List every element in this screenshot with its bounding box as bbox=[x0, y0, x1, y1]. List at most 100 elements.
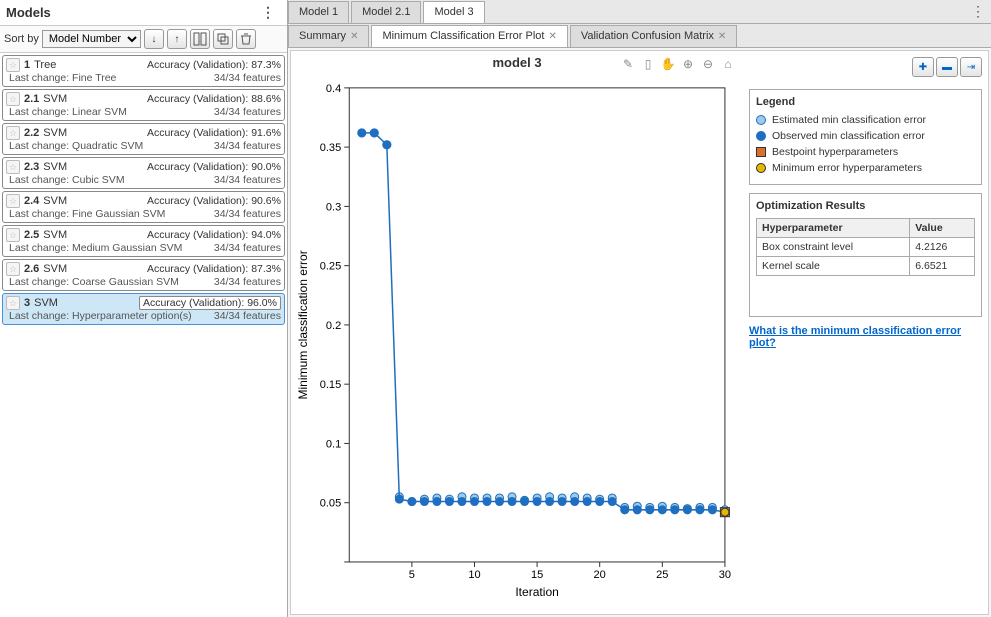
model-change: Last change: Coarse Gaussian SVM bbox=[9, 276, 179, 288]
close-icon[interactable]: ✕ bbox=[548, 31, 556, 42]
model-accuracy: Accuracy (Validation): 90.0% bbox=[147, 161, 281, 173]
model-type: SVM bbox=[43, 229, 143, 241]
result-key: Box constraint level bbox=[757, 238, 910, 257]
svg-text:25: 25 bbox=[656, 569, 668, 581]
legend-label: Observed min classification error bbox=[772, 130, 925, 142]
model-item[interactable]: ☆2.3 SVMAccuracy (Validation): 90.0%Last… bbox=[2, 157, 285, 189]
svg-text:0.25: 0.25 bbox=[320, 261, 341, 273]
copy-icon[interactable] bbox=[213, 29, 233, 49]
model-item[interactable]: ☆ 1 Tree Accuracy (Validation): 87.3% Last … bbox=[2, 55, 285, 87]
undock-icon[interactable]: ⇥ bbox=[960, 57, 982, 77]
svg-text:0.2: 0.2 bbox=[326, 320, 341, 332]
model-change: Last change: Medium Gaussian SVM bbox=[9, 242, 182, 254]
model-type: SVM bbox=[43, 263, 143, 275]
sort-desc-icon[interactable]: ↑ bbox=[167, 29, 187, 49]
model-number: 2.4 bbox=[24, 195, 39, 207]
main-tab[interactable]: Model 1 bbox=[288, 1, 349, 23]
star-icon[interactable]: ☆ bbox=[6, 92, 20, 106]
svg-text:5: 5 bbox=[409, 569, 415, 581]
legend-marker bbox=[756, 147, 766, 157]
model-item[interactable]: ☆2.6 SVMAccuracy (Validation): 87.3%Last… bbox=[2, 259, 285, 291]
legend-label: Estimated min classification error bbox=[772, 114, 926, 126]
main-tab[interactable]: Model 2.1 bbox=[351, 1, 421, 23]
models-list: ☆ 1 Tree Accuracy (Validation): 87.3% Last … bbox=[0, 53, 287, 617]
model-features: 34/34 features bbox=[214, 140, 281, 152]
sub-tab[interactable]: Summary✕ bbox=[288, 25, 369, 47]
legend-item: Estimated min classification error bbox=[756, 114, 975, 126]
model-item[interactable]: ☆2.5 SVMAccuracy (Validation): 94.0%Last… bbox=[2, 225, 285, 257]
model-change: Last change: Linear SVM bbox=[9, 106, 127, 118]
model-item[interactable]: ☆ 3 SVM Accuracy (Validation): 96.0%Last c… bbox=[2, 293, 285, 325]
svg-text:0.05: 0.05 bbox=[320, 498, 341, 510]
star-icon[interactable]: ☆ bbox=[6, 126, 20, 140]
model-type: SVM bbox=[43, 93, 143, 105]
model-features: 34/34 features bbox=[214, 276, 281, 288]
star-icon[interactable]: ☆ bbox=[6, 160, 20, 174]
zoom-out-icon[interactable]: ⊖ bbox=[699, 55, 717, 73]
pan-icon[interactable]: ✋ bbox=[659, 55, 677, 73]
model-accuracy: Accuracy (Validation): 96.0% bbox=[139, 296, 281, 310]
model-accuracy: Accuracy (Validation): 88.6% bbox=[147, 93, 281, 105]
models-menu-icon[interactable]: ⋮ bbox=[261, 4, 275, 21]
maximize-icon[interactable]: ✚ bbox=[912, 57, 934, 77]
star-icon[interactable]: ☆ bbox=[6, 58, 20, 72]
model-features: 34/34 features bbox=[214, 72, 281, 84]
sort-asc-icon[interactable]: ↓ bbox=[144, 29, 164, 49]
minimize-icon[interactable]: ▬ bbox=[936, 57, 958, 77]
legend-item: Minimum error hyperparameters bbox=[756, 162, 975, 174]
model-type: SVM bbox=[34, 297, 135, 309]
model-number: 3 bbox=[24, 297, 30, 309]
model-item[interactable]: ☆2.4 SVMAccuracy (Validation): 90.6%Last… bbox=[2, 191, 285, 223]
model-number: 1 bbox=[24, 59, 30, 71]
model-type: SVM bbox=[43, 127, 143, 139]
main-tabs: Model 1Model 2.1Model 3 ⋮ bbox=[288, 0, 991, 24]
model-change: Last change: Hyperparameter option(s) bbox=[9, 310, 192, 322]
star-icon[interactable]: ☆ bbox=[6, 228, 20, 242]
legend-marker bbox=[756, 163, 766, 173]
model-number: 2.3 bbox=[24, 161, 39, 173]
svg-text:Minimum classification error: Minimum classification error bbox=[296, 250, 310, 399]
sort-label: Sort by bbox=[4, 33, 39, 45]
model-number: 2.6 bbox=[24, 263, 39, 275]
help-link[interactable]: What is the minimum classification error… bbox=[749, 325, 982, 349]
legend-item: Bestpoint hyperparameters bbox=[756, 146, 975, 158]
close-icon[interactable]: ✕ bbox=[350, 31, 358, 42]
legend-panel: Legend Estimated min classification erro… bbox=[749, 89, 982, 185]
svg-text:Iteration: Iteration bbox=[515, 585, 559, 599]
sort-select[interactable]: Model Number bbox=[42, 30, 141, 48]
sub-tab[interactable]: Minimum Classification Error Plot✕ bbox=[371, 25, 567, 47]
delete-icon[interactable] bbox=[236, 29, 256, 49]
results-panel: Optimization Results HyperparameterValue… bbox=[749, 193, 982, 317]
legend-marker bbox=[756, 115, 766, 125]
svg-text:0.3: 0.3 bbox=[326, 201, 341, 213]
legend-item: Observed min classification error bbox=[756, 130, 975, 142]
model-item[interactable]: ☆ 2.1 SVM Accuracy (Validation): 88.6% Last… bbox=[2, 89, 285, 121]
model-type: SVM bbox=[43, 195, 143, 207]
model-type: Tree bbox=[34, 59, 143, 71]
main-tab[interactable]: Model 3 bbox=[423, 1, 484, 23]
svg-text:0.4: 0.4 bbox=[326, 83, 341, 95]
zoom-in-icon[interactable]: ⊕ bbox=[679, 55, 697, 73]
star-icon[interactable]: ☆ bbox=[6, 296, 20, 310]
main-tabs-menu-icon[interactable]: ⋮ bbox=[971, 3, 985, 20]
model-item[interactable]: ☆2.2 SVMAccuracy (Validation): 91.6%Last… bbox=[2, 123, 285, 155]
model-number: 2.1 bbox=[24, 93, 39, 105]
result-value: 6.6521 bbox=[910, 257, 975, 276]
chart-canvas[interactable]: 510152025300.050.10.150.20.250.30.350.4I… bbox=[291, 74, 743, 614]
star-icon[interactable]: ☆ bbox=[6, 262, 20, 276]
sub-tab[interactable]: Validation Confusion Matrix✕ bbox=[570, 25, 737, 47]
model-number: 2.2 bbox=[24, 127, 39, 139]
home-icon[interactable]: ⌂ bbox=[719, 55, 737, 73]
layout-icon[interactable] bbox=[190, 29, 210, 49]
star-icon[interactable]: ☆ bbox=[6, 194, 20, 208]
result-key: Kernel scale bbox=[757, 257, 910, 276]
legend-marker bbox=[756, 131, 766, 141]
brush-icon[interactable]: ✎ bbox=[619, 55, 637, 73]
datatip-icon[interactable]: ▯ bbox=[639, 55, 657, 73]
svg-text:15: 15 bbox=[531, 569, 543, 581]
model-accuracy: Accuracy (Validation): 87.3% bbox=[147, 59, 281, 71]
model-features: 34/34 features bbox=[214, 174, 281, 186]
model-change: Last change: Fine Tree bbox=[9, 72, 116, 84]
sub-tabs: Summary✕Minimum Classification Error Plo… bbox=[288, 24, 991, 48]
close-icon[interactable]: ✕ bbox=[718, 31, 726, 42]
